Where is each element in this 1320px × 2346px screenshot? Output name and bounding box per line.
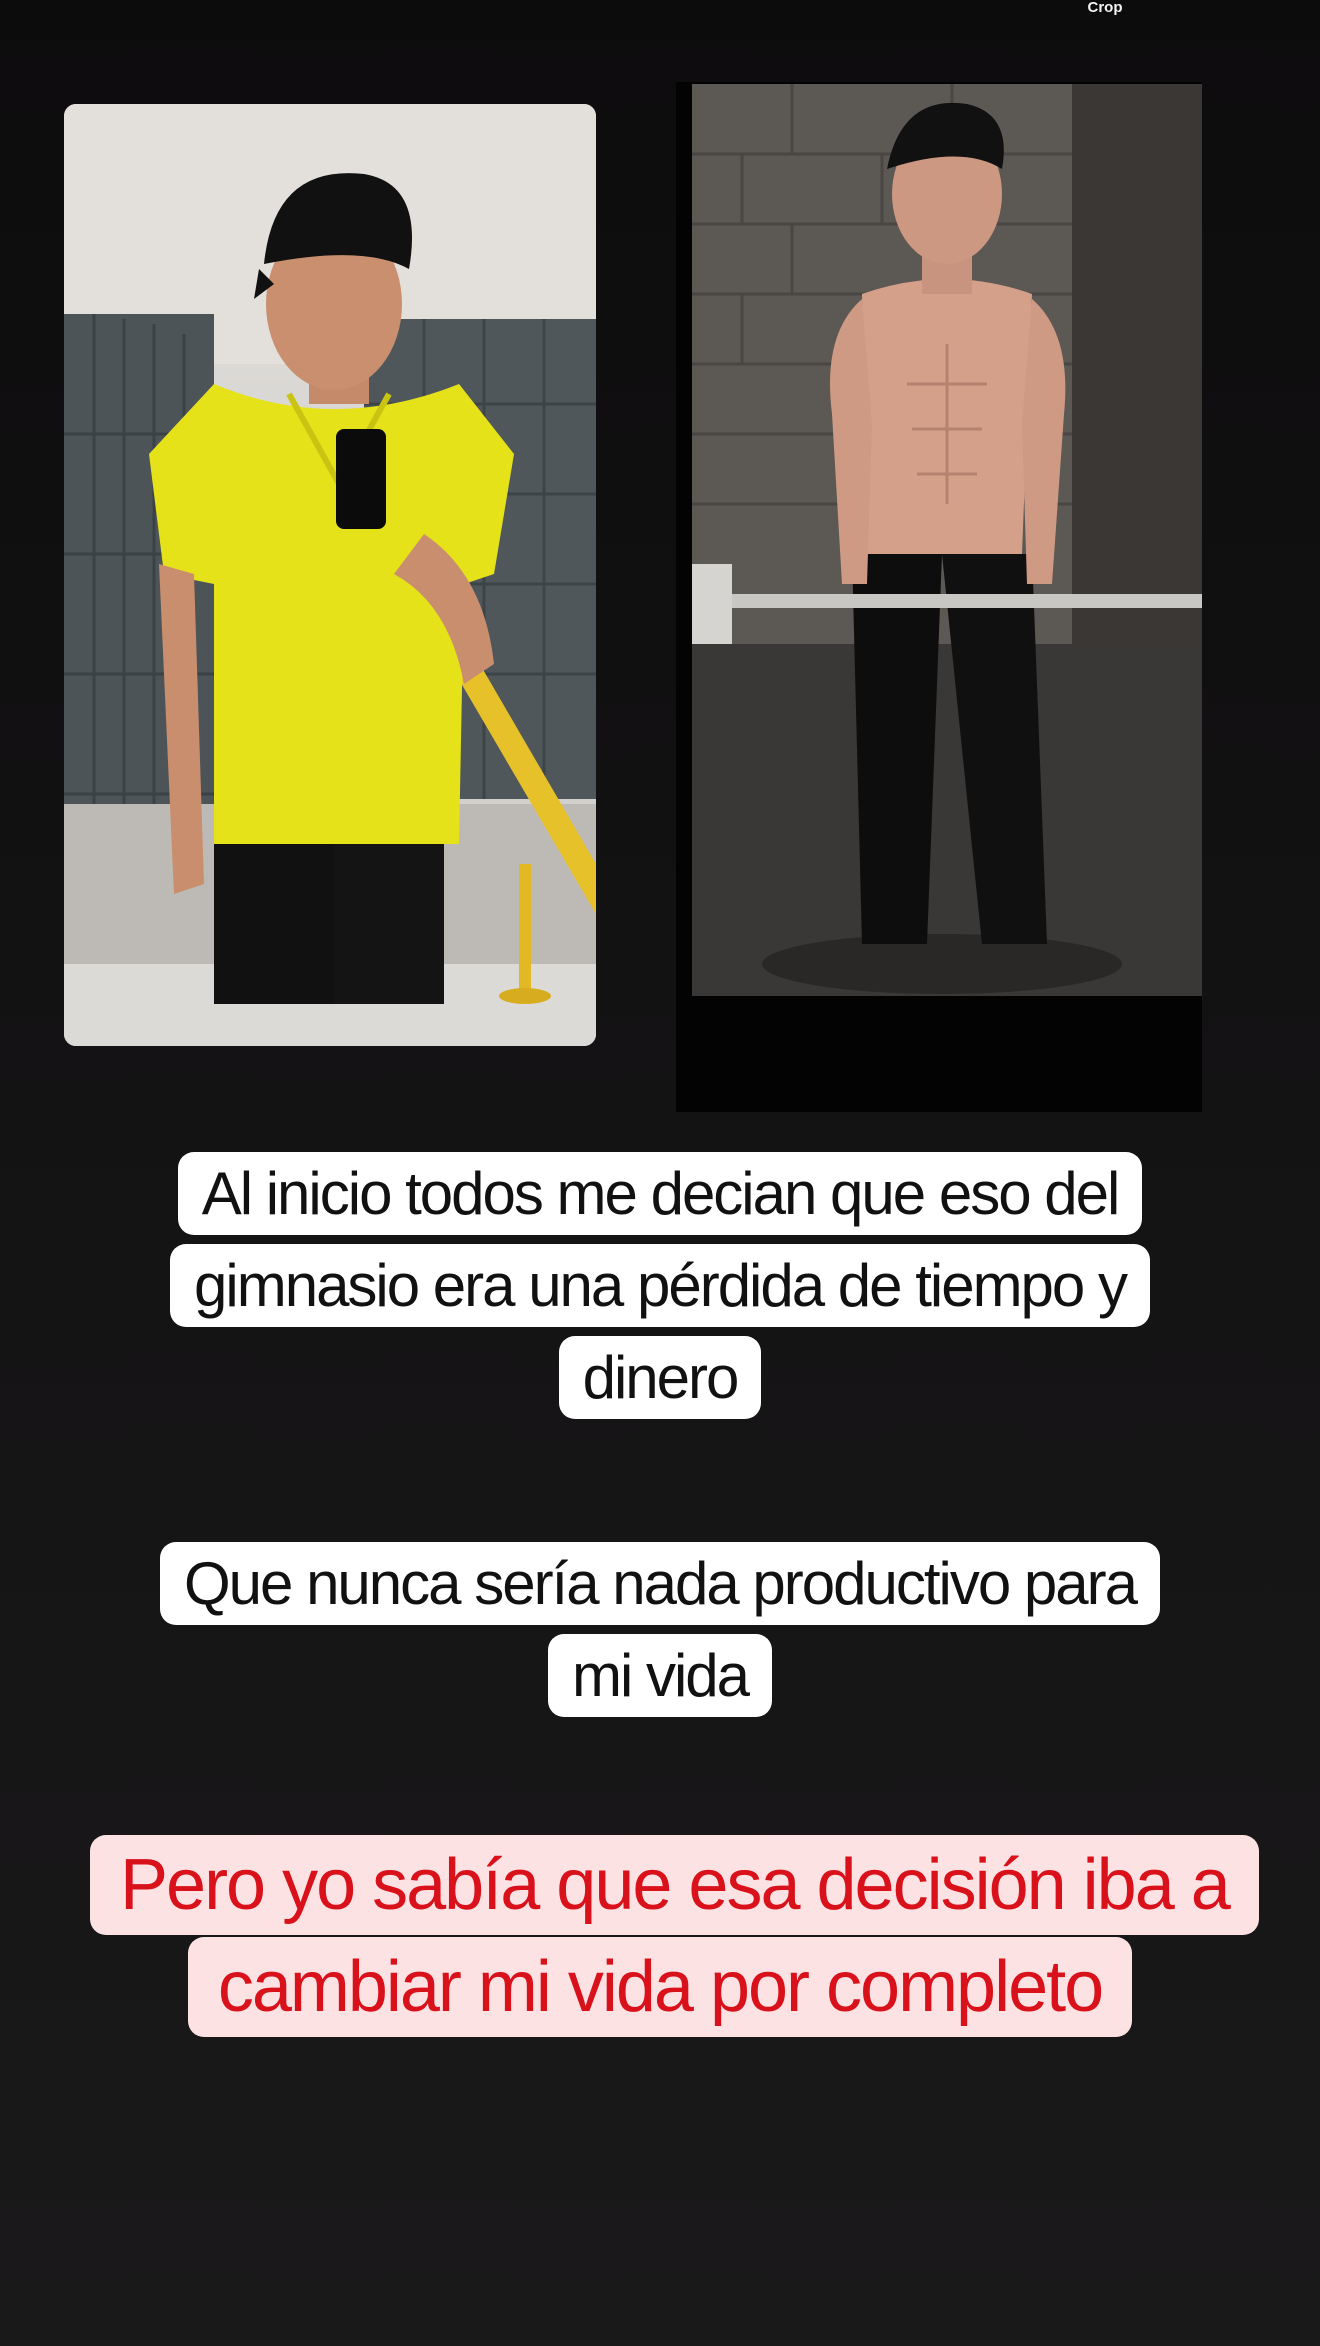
caption-3-highlight: Pero yo sabía que esa decisión iba a cam… — [90, 1835, 1259, 2037]
before-photo — [64, 104, 596, 1046]
caption-3-container: Pero yo sabía que esa decisión iba a cam… — [0, 1834, 1320, 2038]
caption-2: Que nunca sería nada productivo para mi … — [159, 1542, 1160, 1717]
after-photo-illustration — [692, 84, 1202, 996]
after-photo — [692, 84, 1202, 996]
caption-1: Al inicio todos me decian que eso del gi… — [170, 1152, 1150, 1419]
caption-1-container: Al inicio todos me decian que eso del gi… — [0, 1148, 1320, 1424]
caption-2-container: Que nunca sería nada productivo para mi … — [0, 1538, 1320, 1722]
before-photo-illustration — [64, 104, 596, 1046]
crop-label[interactable]: Crop — [1085, 0, 1125, 16]
